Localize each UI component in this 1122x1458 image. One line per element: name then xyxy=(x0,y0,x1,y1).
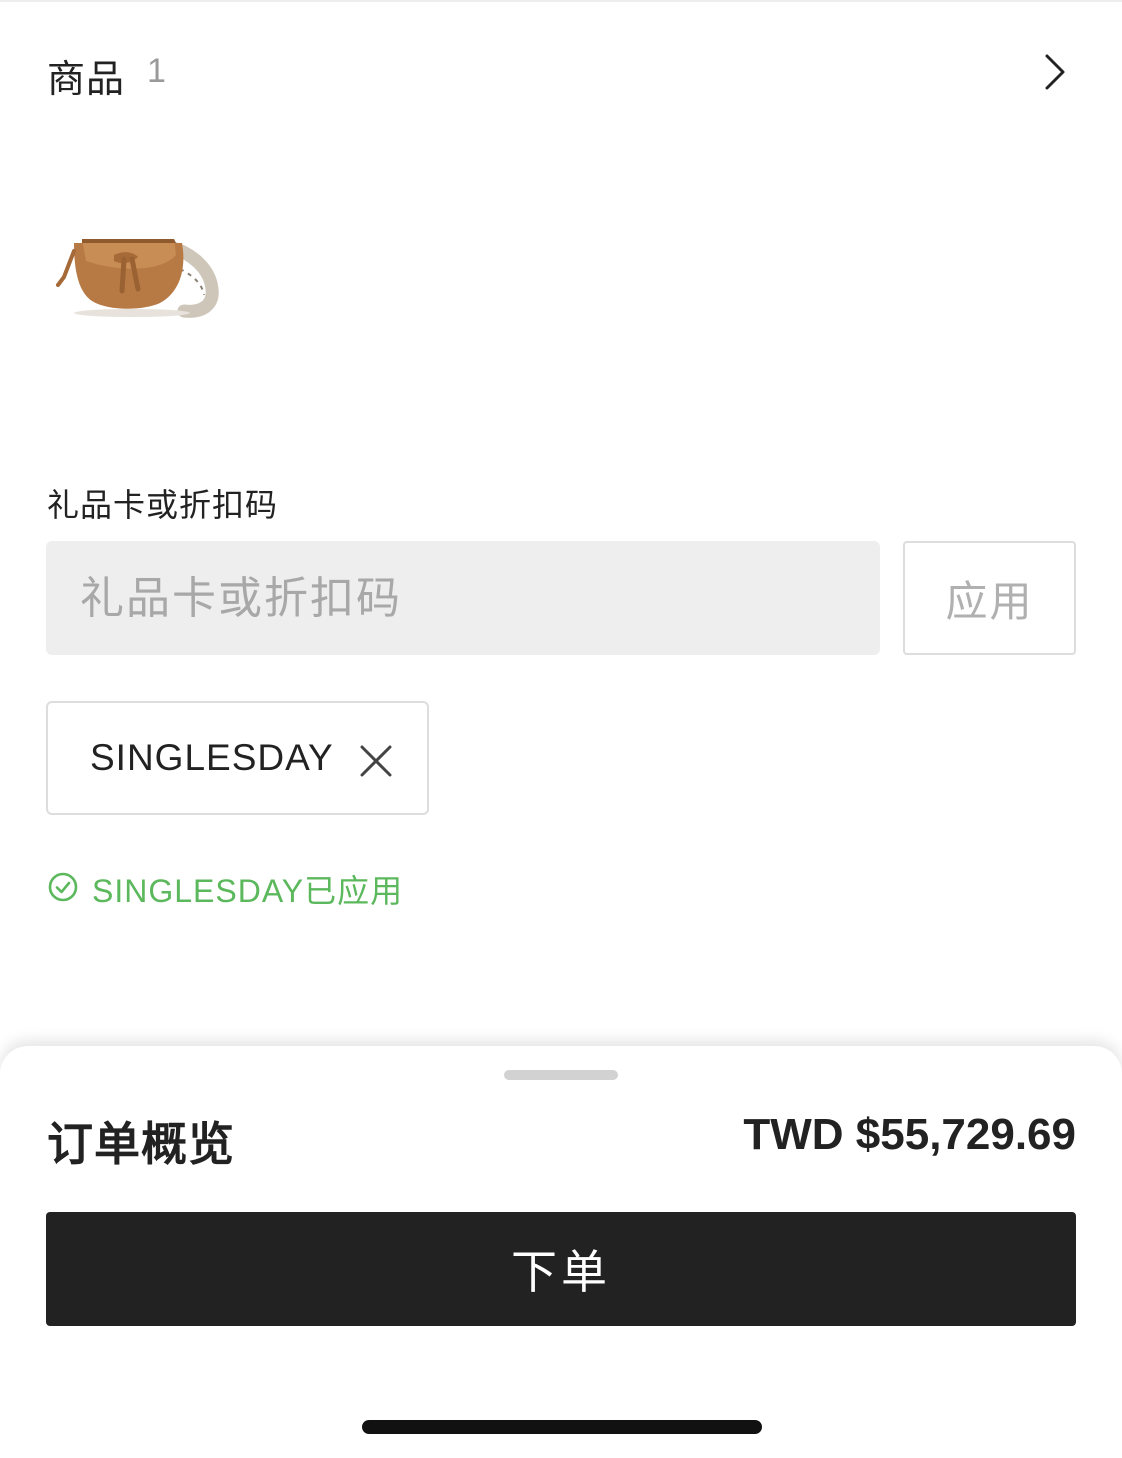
place-order-button[interactable]: 下单 xyxy=(46,1212,1076,1326)
promo-code-input[interactable] xyxy=(46,541,880,655)
products-header[interactable]: 商品 1 xyxy=(47,40,1077,102)
sheet-drag-handle[interactable] xyxy=(504,1070,618,1080)
top-divider xyxy=(0,0,1122,2)
check-circle-icon xyxy=(48,872,78,902)
product-image[interactable] xyxy=(52,225,220,320)
order-total: TWD $55,729.69 xyxy=(743,1110,1076,1159)
apply-button[interactable]: 应用 xyxy=(903,541,1076,655)
promo-section-label: 礼品卡或折扣码 xyxy=(47,486,279,524)
order-summary-sheet: 订单概览 TWD $55,729.69 下单 xyxy=(0,1046,1122,1458)
products-title: 商品 xyxy=(47,57,126,101)
products-count: 1 xyxy=(147,52,166,90)
chevron-right-icon[interactable] xyxy=(1041,52,1069,92)
home-indicator xyxy=(362,1420,762,1434)
success-text: SINGLESDAY已应用 xyxy=(92,873,404,909)
applied-code-label: SINGLESDAY xyxy=(90,737,334,778)
close-icon[interactable] xyxy=(358,743,394,779)
order-summary-title: 订单概览 xyxy=(47,1117,235,1171)
applied-code-chip: SINGLESDAY xyxy=(46,701,429,815)
